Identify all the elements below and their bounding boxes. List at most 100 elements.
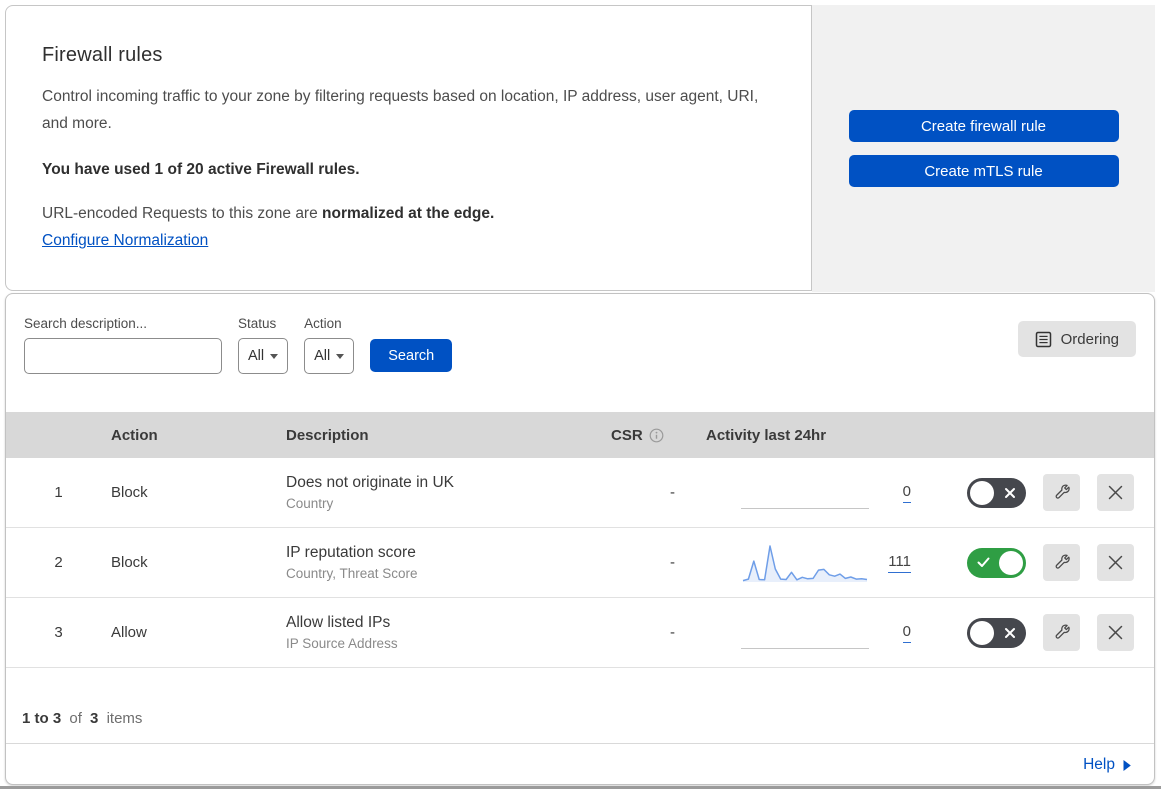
pagination-range: 1 to 3: [22, 710, 62, 727]
rule-description: IP reputation score: [286, 544, 416, 561]
rule-priority: 3: [54, 624, 63, 641]
usage-summary: You have used 1 of 20 active Firewall ru…: [42, 161, 360, 179]
status-label: Status: [238, 316, 277, 331]
rule-activity-cell: 111: [681, 528, 911, 597]
rule-fields: IP Source Address: [286, 636, 398, 651]
search-button-group: Search: [370, 316, 453, 372]
create-firewall-rule-button[interactable]: Create firewall rule: [848, 110, 1119, 142]
rule-activity-cell: 0: [681, 598, 911, 667]
info-icon[interactable]: [649, 428, 664, 443]
top-section: Firewall rules Control incoming traffic …: [5, 5, 1155, 292]
activity-sparkline-flat: [741, 470, 869, 516]
chevron-down-icon: [336, 353, 345, 359]
rule-activity-cell: 0: [681, 458, 911, 527]
pagination-summary: 1 to 3 of 3 items: [6, 668, 1154, 744]
sparkline-svg: [742, 544, 868, 582]
rule-enabled-toggle[interactable]: [967, 617, 1026, 648]
filter-bar: Search description... Status All Action …: [6, 294, 1154, 412]
configure-normalization-link[interactable]: Configure Normalization: [42, 232, 208, 250]
table-header: Action Description CSR Activity last 24h…: [6, 412, 1154, 458]
status-dropdown[interactable]: All: [238, 338, 289, 374]
rule-description: Does not originate in UK: [286, 474, 455, 491]
normalization-note: URL-encoded Requests to this zone are no…: [42, 205, 771, 223]
help-link[interactable]: Help: [1083, 756, 1132, 774]
close-icon: [1108, 625, 1123, 640]
search-group: Search description...: [24, 316, 222, 374]
rule-enabled-toggle[interactable]: [967, 477, 1026, 508]
activity-sparkline-chart: [741, 540, 869, 586]
page-description: Control incoming traffic to your zone by…: [42, 88, 759, 133]
pagination-of: of: [69, 710, 82, 727]
toggle-x-icon: [1005, 487, 1015, 498]
pagination-total: 3: [90, 710, 99, 727]
rule-description-cell: IP reputation score Country, Threat Scor…: [286, 544, 611, 581]
activity-count-link[interactable]: 111: [888, 553, 911, 573]
delete-rule-button[interactable]: [1097, 544, 1134, 581]
column-header-activity: Activity last 24hr: [706, 426, 827, 444]
close-icon: [1108, 485, 1123, 500]
toggle-knob: [970, 620, 994, 645]
table-row: 3 Allow Allow listed IPs IP Source Addre…: [6, 598, 1154, 668]
action-dropdown-value: All: [314, 348, 331, 364]
arrow-right-icon: [1123, 759, 1131, 771]
column-header-action: Action: [111, 426, 158, 444]
search-label: Search description...: [24, 316, 148, 331]
rule-enabled-toggle[interactable]: [967, 547, 1026, 578]
edit-rule-button[interactable]: [1043, 474, 1080, 511]
rule-action: Block: [111, 554, 148, 571]
wrench-icon: [1055, 623, 1070, 639]
column-header-description: Description: [286, 426, 369, 444]
help-bar: Help: [6, 744, 1154, 786]
create-mtls-rule-button[interactable]: Create mTLS rule: [848, 155, 1119, 187]
rule-description: Allow listed IPs: [286, 614, 391, 631]
chevron-down-icon: [270, 353, 279, 359]
toggle-knob: [999, 550, 1023, 575]
ordering-list-icon: [1035, 331, 1051, 347]
actions-panel: Create firewall rule Create mTLS rule: [812, 5, 1155, 292]
table-row: 2 Block IP reputation score Country, Thr…: [6, 528, 1154, 598]
firewall-rules-page: Firewall rules Control incoming traffic …: [0, 0, 1161, 791]
rule-csr-value: -: [670, 554, 675, 571]
rule-action: Block: [111, 484, 148, 501]
edit-rule-button[interactable]: [1043, 614, 1080, 651]
rule-controls: [911, 544, 1154, 581]
action-filter-group: Action All: [304, 316, 355, 374]
table-row: 1 Block Does not originate in UK Country…: [6, 458, 1154, 528]
toggle-check-icon: [977, 557, 990, 567]
window-bottom-edge: [0, 786, 1161, 789]
activity-sparkline-flat: [741, 610, 869, 656]
help-link-label: Help: [1083, 756, 1115, 773]
normalization-bold-text: normalized at the edge.: [322, 205, 495, 223]
intro-card: Firewall rules Control incoming traffic …: [5, 5, 812, 291]
wrench-icon: [1055, 553, 1070, 569]
ordering-button[interactable]: Ordering: [1017, 321, 1136, 357]
toggle-knob: [970, 480, 994, 505]
delete-rule-button[interactable]: [1097, 614, 1134, 651]
rule-fields: Country: [286, 496, 334, 511]
rule-priority: 1: [54, 484, 63, 501]
toggle-x-icon: [1005, 627, 1015, 638]
edit-rule-button[interactable]: [1043, 544, 1080, 581]
page-title: Firewall rules: [42, 44, 163, 66]
rule-csr-value: -: [670, 624, 675, 641]
search-button[interactable]: Search: [370, 339, 453, 372]
rule-description-cell: Allow listed IPs IP Source Address: [286, 614, 611, 651]
activity-count-link[interactable]: 0: [902, 483, 911, 503]
column-header-csr: CSR: [611, 427, 681, 444]
action-dropdown[interactable]: All: [304, 338, 355, 374]
search-input-box[interactable]: [24, 338, 222, 374]
rule-description-cell: Does not originate in UK Country: [286, 474, 611, 511]
rules-card: Search description... Status All Action …: [5, 293, 1155, 785]
status-dropdown-value: All: [248, 348, 265, 364]
rule-csr-value: -: [670, 484, 675, 501]
close-icon: [1108, 555, 1123, 570]
rule-controls: [911, 614, 1154, 651]
normalization-text: URL-encoded Requests to this zone are: [42, 205, 323, 223]
delete-rule-button[interactable]: [1097, 474, 1134, 511]
pagination-items: items: [106, 710, 143, 727]
ordering-button-label: Ordering: [1060, 330, 1119, 348]
rule-controls: [911, 474, 1154, 511]
status-filter-group: Status All: [238, 316, 289, 374]
activity-count-link[interactable]: 0: [902, 623, 911, 643]
search-input[interactable]: [39, 348, 220, 364]
